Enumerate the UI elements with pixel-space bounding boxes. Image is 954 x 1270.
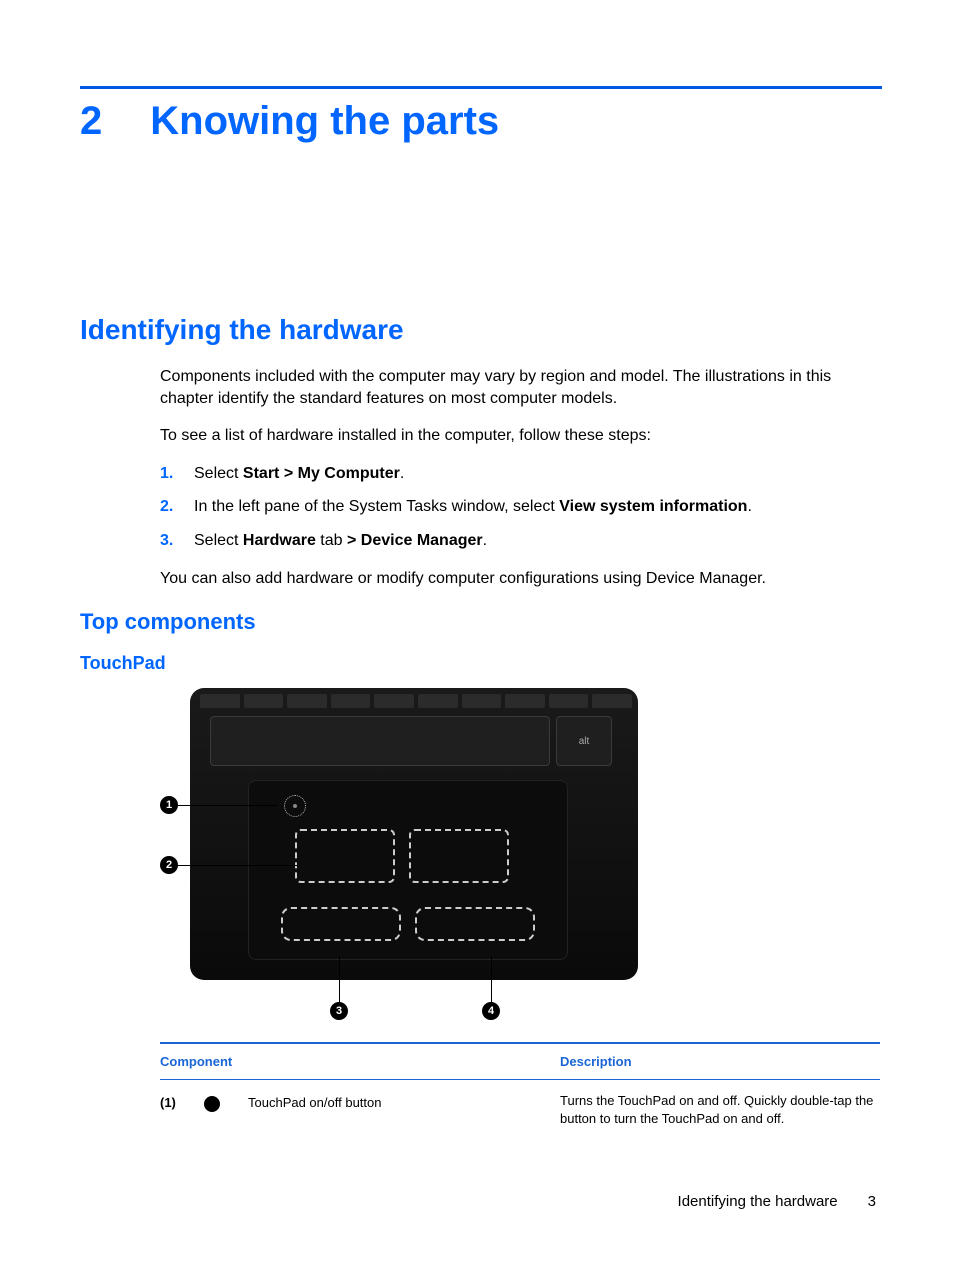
chapter-title: Knowing the parts xyxy=(150,99,499,144)
table-head-description: Description xyxy=(560,1054,880,1069)
chapter-number: 2 xyxy=(80,99,102,144)
touchpad-scrollzone-right xyxy=(409,829,509,883)
touchpad-onoff-icon xyxy=(284,795,306,817)
intro-paragraph: Components included with the computer ma… xyxy=(160,366,882,409)
spacebar-key xyxy=(210,716,550,766)
callout-4: 4 xyxy=(482,1002,500,1020)
laptop-body: alt xyxy=(190,688,638,980)
footer-page-number: 3 xyxy=(868,1193,876,1210)
touchpad-button-left xyxy=(281,907,401,941)
page-footer: Identifying the hardware 3 xyxy=(678,1193,876,1210)
table-head-component: Component xyxy=(160,1054,560,1069)
table-header: Component Description xyxy=(160,1044,880,1080)
callout-2-line xyxy=(178,865,298,866)
list-item: 2. In the left pane of the System Tasks … xyxy=(160,496,882,518)
callout-3: 3 xyxy=(330,1002,348,1020)
section-touchpad: TouchPad xyxy=(80,653,882,674)
callout-4-line xyxy=(491,956,492,1002)
step-number: 2. xyxy=(160,496,176,518)
footer-section: Identifying the hardware xyxy=(678,1193,838,1210)
step-number: 1. xyxy=(160,463,176,485)
component-name: TouchPad on/off button xyxy=(248,1095,381,1110)
step-number: 3. xyxy=(160,530,176,552)
callout-1-line xyxy=(178,805,278,806)
touchpad-onoff-icon xyxy=(204,1096,220,1112)
touchpad-scrollzone-left xyxy=(295,829,395,883)
alt-key: alt xyxy=(556,716,612,766)
list-item: 1. Select Start > My Computer. xyxy=(160,463,882,485)
callout-3-line xyxy=(339,956,340,1002)
callout-2: 2 xyxy=(160,856,178,874)
table-row: (1) TouchPad on/off button Turns the Tou… xyxy=(160,1080,880,1139)
touchpad-area xyxy=(248,780,568,960)
step-text: Select Hardware tab > Device Manager. xyxy=(194,530,487,552)
touchpad-button-right xyxy=(415,907,535,941)
chapter-heading: 2 Knowing the parts xyxy=(80,99,882,144)
step-text: In the left pane of the System Tasks win… xyxy=(194,496,752,518)
touchpad-figure: alt 1 2 3 4 xyxy=(160,688,882,1018)
component-description: Turns the TouchPad on and off. Quickly d… xyxy=(560,1092,880,1127)
chapter-rule xyxy=(80,86,882,89)
row-number: (1) xyxy=(160,1095,188,1110)
section-top-components: Top components xyxy=(80,609,882,635)
lead-paragraph: To see a list of hardware installed in t… xyxy=(160,425,882,447)
step-text: Select Start > My Computer. xyxy=(194,463,404,485)
section-identifying-heading: Identifying the hardware xyxy=(80,314,882,346)
list-item: 3. Select Hardware tab > Device Manager. xyxy=(160,530,882,552)
steps-list: 1. Select Start > My Computer. 2. In the… xyxy=(160,463,882,552)
note-paragraph: You can also add hardware or modify comp… xyxy=(160,568,882,590)
component-table: Component Description (1) TouchPad on/of… xyxy=(160,1042,880,1139)
keyboard-row xyxy=(200,694,632,708)
callout-1: 1 xyxy=(160,796,178,814)
